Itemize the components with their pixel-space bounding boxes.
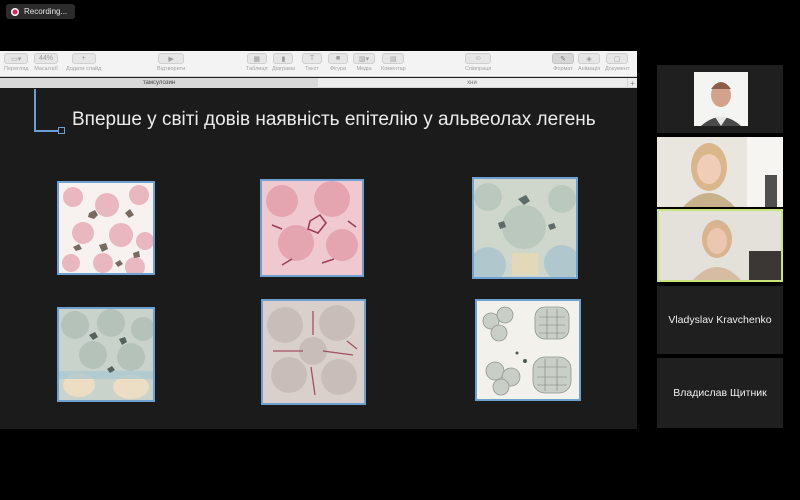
toolbar-play[interactable]: ▶ Відтворити: [157, 53, 185, 72]
histology-image-6: [475, 299, 581, 401]
decor-line-horizontal: [34, 130, 60, 132]
histology-image-3: [472, 177, 578, 279]
record-icon: [11, 7, 19, 16]
comment-icon: ▤: [382, 53, 405, 64]
play-icon: ▶: [158, 53, 185, 64]
histology-image-5: [261, 299, 366, 405]
toolbar-text[interactable]: T Текст: [302, 53, 322, 72]
participant-video-1[interactable]: [657, 65, 783, 133]
tab-bar: тамсулозин хни +: [0, 78, 637, 88]
text-icon: T: [302, 53, 322, 64]
participant-name: Vladyslav Kravchenko: [668, 314, 772, 326]
toolbar-view[interactable]: ▭▾ Перегляд: [4, 53, 28, 72]
document-icon: ▢: [606, 53, 629, 64]
new-tab-icon[interactable]: +: [627, 78, 637, 88]
zoom-value: 44%: [34, 53, 58, 64]
toolbar-chart[interactable]: ▮ Діаграма: [272, 53, 295, 72]
tab-khni[interactable]: хни: [318, 78, 626, 88]
participant-name: Владислав Щитник: [673, 387, 767, 399]
view-icon: ▭▾: [4, 53, 29, 64]
participant-tile-vladyslav-shchytnyk[interactable]: Владислав Щитник: [657, 358, 783, 428]
toolbar-shape[interactable]: ■ Фігура: [328, 53, 348, 72]
collaborate-icon: ☺: [465, 53, 492, 64]
decor-square: [58, 127, 65, 134]
shape-icon: ■: [328, 53, 348, 64]
toolbar-media[interactable]: ▨▾ Медіа: [353, 53, 375, 72]
table-icon: ▦: [246, 53, 267, 64]
recording-label: Recording...: [24, 7, 68, 16]
shared-screen: ▭▾ Перегляд 44% Масштаб + Додати слайд ▶…: [0, 51, 637, 429]
participant-1-video-frame: [657, 65, 783, 133]
chart-icon: ▮: [273, 53, 294, 64]
toolbar-comment[interactable]: ▤ Коментар: [381, 53, 406, 72]
slide-title: Вперше у світі довів наявність епітелію …: [72, 109, 596, 130]
toolbar-zoom[interactable]: 44% Масштаб: [34, 53, 58, 72]
participant-tile-vladyslav-kravchenko[interactable]: Vladyslav Kravchenko: [657, 286, 783, 354]
histology-image-2: [260, 179, 364, 277]
toolbar-collaborate[interactable]: ☺ Співпраця: [465, 53, 491, 72]
toolbar-add-slide[interactable]: + Додати слайд: [66, 53, 101, 72]
toolbar-animation[interactable]: ◈ Анімація: [578, 53, 600, 72]
meeting-window: Recording... ▭▾ Перегляд 44% Масштаб + Д…: [0, 0, 800, 500]
participant-2-video-frame: [657, 137, 783, 207]
add-slide-icon: +: [71, 53, 96, 64]
histology-image-1: [57, 181, 155, 275]
toolbar-format[interactable]: ✎ Формат: [552, 53, 574, 72]
keynote-toolbar: ▭▾ Перегляд 44% Масштаб + Додати слайд ▶…: [0, 51, 637, 77]
animation-icon: ◈: [578, 53, 601, 64]
participant-video-3-active[interactable]: [657, 209, 783, 282]
tab-tamsulosin[interactable]: тамсулозин: [0, 78, 318, 88]
toolbar-table[interactable]: ▦ Таблиця: [246, 53, 267, 72]
decor-line-vertical: [34, 89, 36, 131]
toolbar-document[interactable]: ▢ Документ: [605, 53, 629, 72]
slide-canvas: Вперше у світі довів наявність епітелію …: [0, 89, 637, 429]
media-icon: ▨▾: [353, 53, 375, 64]
participant-3-video-frame: [659, 211, 781, 280]
histology-image-4: [57, 307, 155, 402]
participant-video-2[interactable]: [657, 137, 783, 207]
recording-indicator[interactable]: Recording...: [6, 4, 76, 19]
format-icon: ✎: [552, 53, 574, 64]
